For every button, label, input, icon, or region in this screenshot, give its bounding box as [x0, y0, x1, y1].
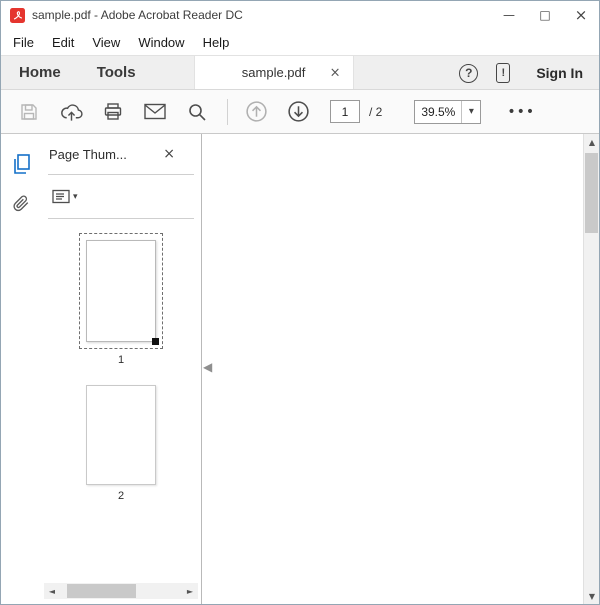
zoom-dropdown-icon[interactable]: ▾ — [461, 101, 480, 123]
page-thumbnails-panel: Page Thum... × ▾ 1 2 ◄ — [41, 134, 201, 604]
more-tools-button[interactable]: ••• — [507, 104, 535, 120]
menu-window[interactable]: Window — [129, 35, 193, 50]
next-page-button[interactable] — [282, 96, 314, 128]
sign-in-button[interactable]: Sign In — [528, 65, 583, 81]
panel-header: Page Thum... × — [41, 134, 201, 174]
title-bar: sample.pdf - Adobe Acrobat Reader DC — □… — [1, 1, 599, 29]
attachments-rail-button[interactable] — [8, 190, 34, 216]
menu-help[interactable]: Help — [194, 35, 239, 50]
page-number-input[interactable] — [330, 100, 360, 123]
page-thumbnails-rail-button[interactable] — [8, 151, 34, 177]
hscroll-track[interactable] — [60, 583, 182, 599]
panel-collapse-icon[interactable]: ◀ — [203, 360, 212, 374]
tab-bar: Home Tools sample.pdf × ? ! Sign In — [1, 55, 599, 89]
page-count-label: / 2 — [369, 105, 382, 119]
thumbnail-page-1[interactable] — [79, 233, 163, 349]
scroll-down-icon[interactable]: ▼ — [584, 588, 600, 604]
help-icon[interactable]: ? — [459, 64, 478, 83]
share-upload-button[interactable] — [55, 96, 87, 128]
arrow-down-circle-icon — [286, 99, 311, 124]
document-vertical-scrollbar[interactable]: ▲ ▼ — [583, 134, 599, 604]
scroll-up-icon[interactable]: ▲ — [584, 134, 600, 150]
options-list-icon — [52, 189, 70, 204]
menu-file[interactable]: File — [4, 35, 43, 50]
maximize-button[interactable]: □ — [527, 1, 563, 29]
thumbnail-page-1-label: 1 — [118, 354, 124, 366]
panel-options-row: ▾ — [41, 175, 201, 218]
thumbnail-page-2-label: 2 — [118, 490, 124, 502]
menu-edit[interactable]: Edit — [43, 35, 83, 50]
toolbar-separator — [227, 99, 228, 125]
scroll-left-icon[interactable]: ◄ — [44, 583, 60, 599]
options-dropdown-icon: ▾ — [73, 192, 78, 202]
paperclip-icon — [12, 193, 30, 213]
menu-bar: File Edit View Window Help — [1, 29, 599, 55]
thumbnail-page-2[interactable] — [86, 385, 156, 485]
search-icon — [187, 102, 207, 122]
window-controls: — □ × — [491, 1, 599, 29]
page-thumbnails-icon — [11, 153, 32, 175]
print-button[interactable] — [97, 96, 129, 128]
panel-horizontal-scrollbar[interactable]: ◄ ► — [44, 583, 198, 599]
document-view[interactable]: ◀ — [201, 134, 583, 604]
thumbnail-resize-handle[interactable] — [152, 338, 159, 345]
acrobat-reader-window: sample.pdf - Adobe Acrobat Reader DC — □… — [0, 0, 600, 605]
panel-title: Page Thum... — [49, 147, 127, 162]
thumbnail-page-1-preview — [86, 240, 156, 342]
close-button[interactable]: × — [563, 1, 599, 29]
save-button[interactable] — [13, 96, 45, 128]
tab-home[interactable]: Home — [1, 56, 79, 89]
printer-icon — [103, 102, 123, 122]
cloud-upload-icon — [60, 102, 83, 122]
menu-view[interactable]: View — [83, 35, 129, 50]
pdf-file-icon — [10, 8, 25, 23]
scroll-right-icon[interactable]: ► — [182, 583, 198, 599]
window-title: sample.pdf - Adobe Acrobat Reader DC — [32, 8, 243, 22]
zoom-control[interactable]: 39.5% ▾ — [414, 100, 481, 124]
notification-icon[interactable]: ! — [496, 63, 510, 83]
navigation-rail — [1, 134, 41, 604]
tab-tools[interactable]: Tools — [79, 56, 154, 89]
vscroll-thumb[interactable] — [585, 153, 598, 233]
tab-close-icon[interactable]: × — [330, 65, 341, 80]
search-button[interactable] — [181, 96, 213, 128]
previous-page-button[interactable] — [240, 96, 272, 128]
tab-document[interactable]: sample.pdf × — [194, 56, 354, 89]
thumbnail-options-button[interactable]: ▾ — [52, 189, 78, 204]
hscroll-thumb[interactable] — [67, 584, 135, 598]
email-button[interactable] — [139, 96, 171, 128]
panel-close-icon[interactable]: × — [163, 146, 175, 162]
zoom-value: 39.5% — [415, 101, 461, 123]
tab-document-label: sample.pdf — [242, 65, 306, 80]
save-icon — [19, 102, 39, 122]
arrow-up-circle-icon — [244, 99, 269, 124]
main-toolbar: / 2 39.5% ▾ ••• — [1, 89, 599, 134]
envelope-icon — [144, 103, 166, 120]
tabbar-right-cluster: ? ! Sign In — [459, 56, 599, 90]
minimize-button[interactable]: — — [491, 1, 527, 29]
thumbnail-list: 1 2 — [41, 219, 201, 502]
